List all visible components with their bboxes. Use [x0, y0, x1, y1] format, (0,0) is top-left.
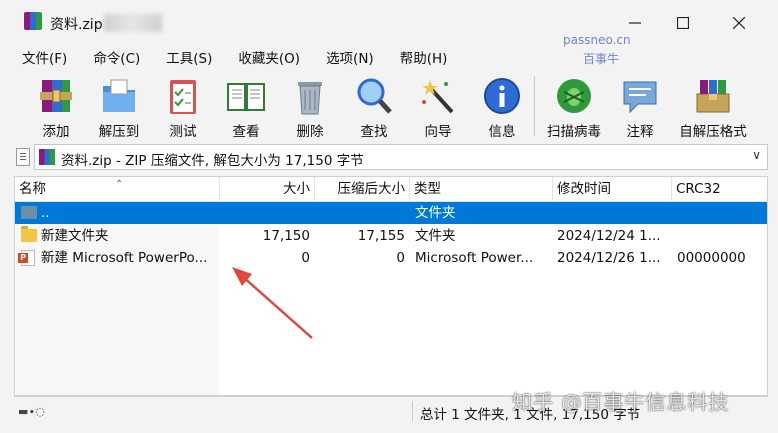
column-header-type[interactable]: 类型: [410, 177, 553, 201]
row-packed: 0: [396, 250, 405, 266]
info-button[interactable]: 信息: [470, 70, 534, 142]
column-header-name[interactable]: 名称 ⌃: [15, 177, 220, 201]
powerpoint-file-icon: [18, 250, 35, 266]
maximize-icon: [677, 17, 689, 29]
column-header-packed[interactable]: 压缩后大小: [315, 177, 410, 201]
toolbar: 添加 解压到 测试 查看 删除 查找 向导 信息 扫描病毒 注释 自解压格式: [0, 70, 778, 142]
winrar-app-icon: [24, 12, 42, 30]
row-packed: 17,155: [357, 228, 405, 244]
virus-scan-label: 扫描病毒: [547, 124, 601, 140]
row-modified: 2024/12/26 1...: [557, 250, 661, 266]
test-button[interactable]: 测试: [151, 70, 215, 142]
parent-folder-icon: [21, 206, 37, 219]
minimize-icon: [629, 22, 641, 24]
watermark-zhihu: 知乎 @百事牛信息科技: [512, 390, 730, 414]
extract-to-label: 解压到: [98, 124, 140, 140]
chevron-down-icon[interactable]: ∨: [752, 148, 761, 162]
row-type: 文件夹: [415, 205, 456, 221]
column-name-label: 名称: [19, 181, 46, 197]
view-label: 查看: [232, 124, 260, 140]
column-header-modified[interactable]: 修改时间: [553, 177, 672, 201]
address-bar[interactable]: 资料.zip - ZIP 压缩文件, 解包大小为 17,150 字节 ∨: [34, 144, 768, 170]
column-packed-label: 压缩后大小: [337, 181, 406, 197]
view-button[interactable]: 查看: [214, 70, 278, 142]
add-archive-icon: [40, 80, 72, 112]
winrar-window: 资料.zip passneo.cn 百事牛 文件(F) 命令(C) 工具(S) …: [0, 0, 778, 433]
column-modified-label: 修改时间: [557, 181, 611, 197]
delete-icon: [298, 82, 322, 115]
status-separator: [412, 401, 413, 421]
test-label: 测试: [169, 124, 197, 140]
virus-scan-icon: [557, 79, 591, 113]
menu-commands[interactable]: 命令(C): [93, 47, 140, 67]
menu-options[interactable]: 选项(N): [326, 47, 374, 67]
sfx-button[interactable]: 自解压格式: [675, 70, 751, 142]
view-icon: [227, 83, 265, 111]
delete-label: 删除: [296, 124, 324, 140]
wizard-button[interactable]: 向导: [406, 70, 470, 142]
add-button[interactable]: 添加: [24, 70, 88, 142]
column-crc-label: CRC32: [676, 181, 721, 197]
menu-help[interactable]: 帮助(H): [400, 47, 448, 67]
delete-button[interactable]: 删除: [278, 70, 342, 142]
virus-scan-button[interactable]: 扫描病毒: [542, 70, 606, 142]
sfx-icon: [696, 80, 730, 113]
row-crc: 00000000: [677, 250, 746, 266]
column-type-label: 类型: [414, 181, 441, 197]
row-name: 新建文件夹: [41, 228, 109, 244]
archive-icon: [39, 149, 55, 165]
row-type: Microsoft Power...: [415, 250, 534, 266]
row-name: 新建 Microsoft PowerPo...: [41, 250, 208, 266]
file-list[interactable]: 名称 ⌃ 大小 压缩后大小 类型 修改时间 CRC32 .. 文件夹 新建文件夹…: [14, 176, 768, 396]
toolbar-separator: [534, 76, 535, 136]
wizard-label: 向导: [424, 124, 452, 140]
folder-icon: [21, 226, 37, 242]
row-size: 0: [301, 250, 310, 266]
extract-to-button[interactable]: 解压到: [87, 70, 151, 142]
drive-icon[interactable]: ▬∙◌: [18, 405, 45, 418]
table-row-parent[interactable]: .. 文件夹: [15, 202, 767, 224]
row-modified: 2024/12/24 1...: [557, 228, 661, 244]
blurred-title-region: [104, 14, 162, 32]
comment-icon: [623, 81, 657, 114]
close-icon: [733, 17, 745, 29]
find-label: 查找: [360, 124, 388, 140]
sfx-label: 自解压格式: [679, 124, 747, 140]
find-icon: [357, 78, 392, 114]
row-size: 17,150: [262, 228, 310, 244]
extract-to-icon: [103, 79, 135, 112]
maximize-button[interactable]: [660, 8, 706, 38]
title-bar: 资料.zip: [0, 0, 778, 46]
column-header-crc[interactable]: CRC32: [672, 177, 767, 201]
table-row-folder[interactable]: 新建文件夹 17,150 17,155 文件夹 2024/12/24 1...: [15, 225, 767, 247]
menu-file[interactable]: 文件(F): [22, 47, 67, 67]
sort-ascending-icon: ⌃: [115, 179, 124, 190]
window-title: 资料.zip: [50, 17, 103, 33]
address-text: 资料.zip - ZIP 压缩文件, 解包大小为 17,150 字节: [61, 153, 364, 169]
wizard-icon: [422, 80, 454, 114]
info-icon: [484, 78, 520, 114]
comment-button[interactable]: 注释: [608, 70, 672, 142]
watermark-passneo: passneo.cn: [563, 33, 631, 47]
table-row-file[interactable]: 新建 Microsoft PowerPo... 0 0 Microsoft Po…: [15, 247, 767, 269]
column-header-size[interactable]: 大小: [220, 177, 315, 201]
row-crc: [677, 225, 767, 247]
row-name: ..: [41, 205, 50, 221]
find-button[interactable]: 查找: [342, 70, 406, 142]
close-button[interactable]: [716, 8, 762, 38]
info-label: 信息: [488, 124, 516, 140]
menu-favorites[interactable]: 收藏夹(O): [238, 47, 300, 67]
column-size-label: 大小: [283, 181, 310, 197]
menu-tools[interactable]: 工具(S): [166, 47, 212, 67]
path-list-icon[interactable]: [16, 148, 30, 166]
menu-bar: 文件(F) 命令(C) 工具(S) 收藏夹(O) 选项(N) 帮助(H): [0, 46, 778, 68]
row-type: 文件夹: [415, 228, 456, 244]
list-header: 名称 ⌃ 大小 压缩后大小 类型 修改时间 CRC32: [15, 177, 767, 202]
comment-label: 注释: [626, 124, 654, 140]
add-label: 添加: [42, 124, 70, 140]
test-icon: [170, 80, 196, 114]
